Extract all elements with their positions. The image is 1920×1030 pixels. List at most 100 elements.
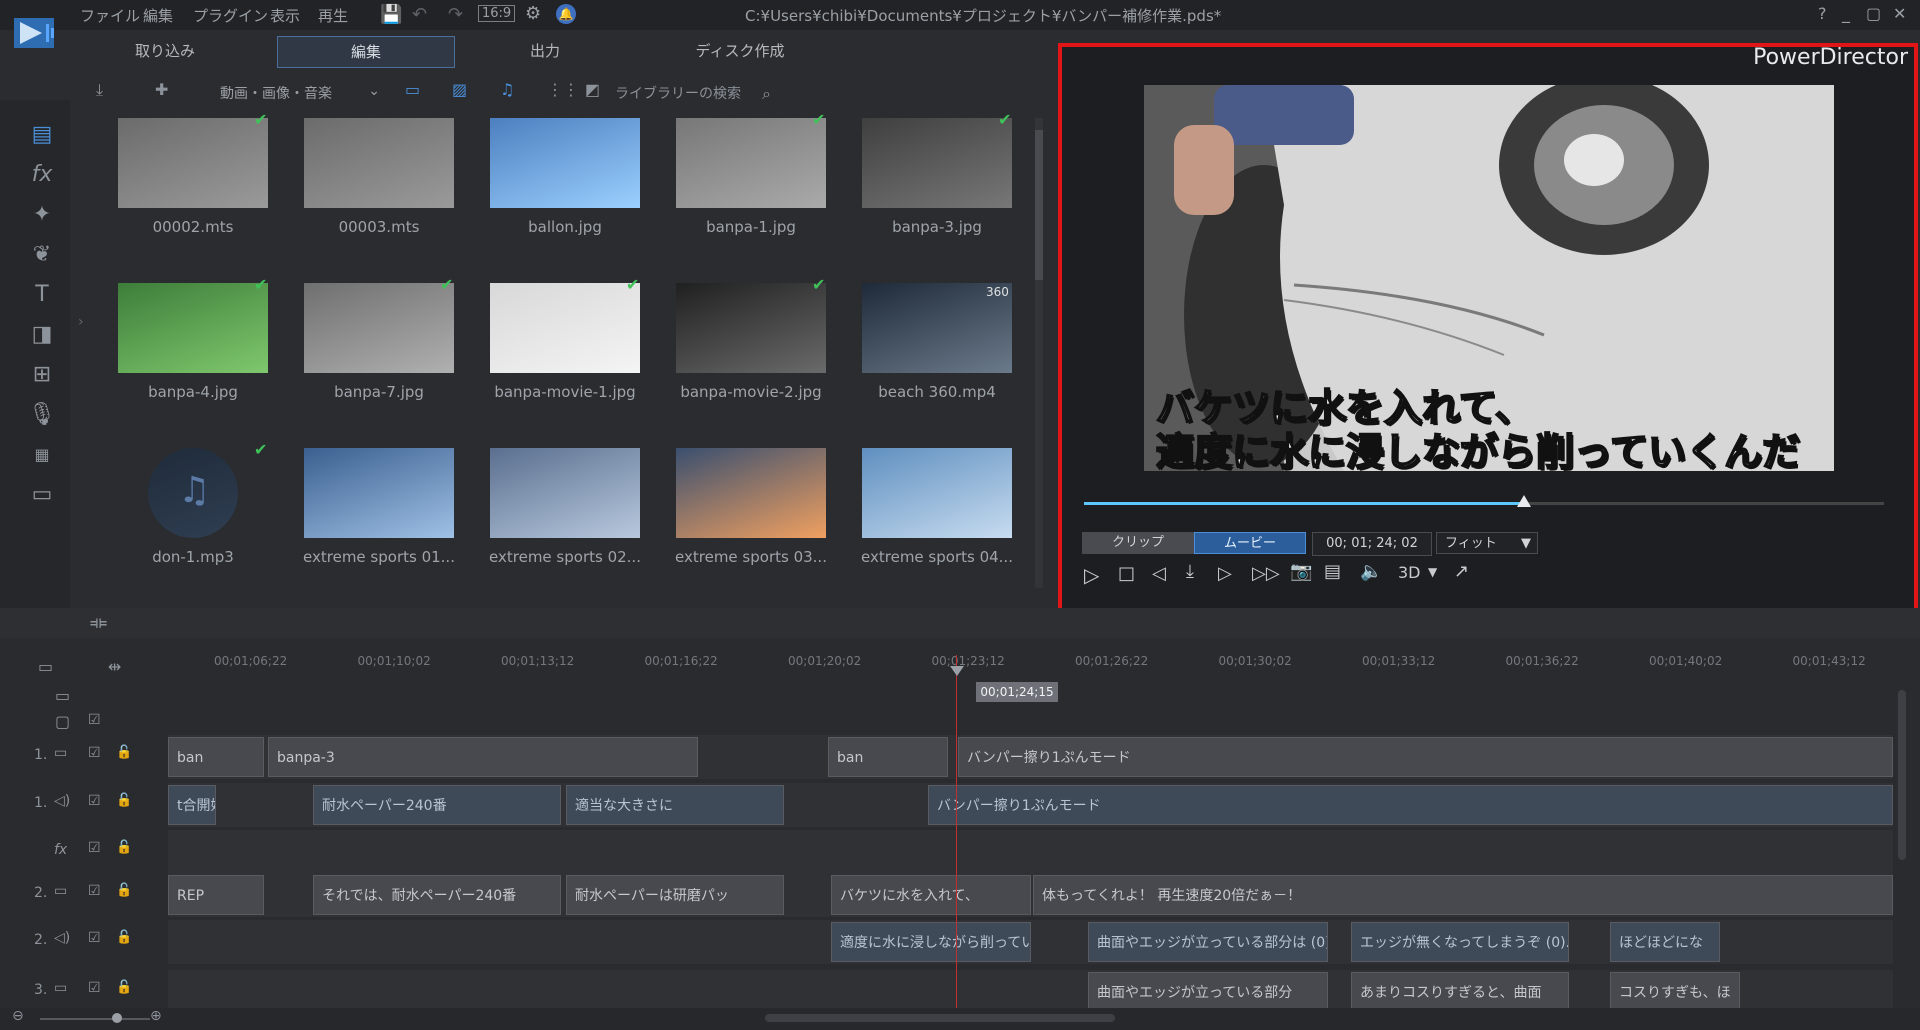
video-clip[interactable]: コスりすぎも、ほ — [1610, 972, 1740, 1012]
tab-import[interactable]: 取り込み — [70, 36, 260, 66]
track-manager-icon[interactable]: ▭ — [38, 657, 53, 676]
voiceover-mic-icon[interactable]: 🎙 — [24, 400, 60, 430]
next-frame-icon[interactable]: ▷ — [1218, 563, 1232, 584]
notification-bell-icon[interactable]: 🔔 — [556, 4, 576, 24]
tab-output[interactable]: 出力 — [470, 36, 620, 66]
tab-disc[interactable]: ディスク作成 — [640, 36, 840, 66]
play-icon[interactable]: ▷ — [1084, 563, 1099, 587]
chapter-room-icon[interactable]: ▦ — [24, 440, 60, 470]
track-lock-icon[interactable]: 🔓 — [116, 883, 132, 898]
search-icon[interactable]: ⌕ — [762, 84, 771, 104]
track-enable-checkbox[interactable]: ☑ — [88, 745, 101, 761]
menu-plugin[interactable]: プラグイン — [193, 5, 268, 26]
track-lock-icon[interactable]: 🔓 — [116, 980, 132, 995]
audio-clip[interactable]: 適当な大きさに — [566, 785, 784, 825]
track-lock-icon[interactable]: 🔓 — [116, 745, 132, 760]
audio-clip[interactable]: 耐水ペーパー240番 — [313, 785, 561, 825]
subtitle-room-icon[interactable]: ▭ — [24, 480, 60, 510]
audio-track[interactable]: 適度に水に浸しながら削っていく 曲面やエッジが立っている部分は (0).W エッジが… — [168, 920, 1893, 964]
menu-file[interactable]: ファイル — [80, 5, 140, 26]
snapshot-camera-icon[interactable]: 📷 — [1290, 561, 1312, 582]
import-media-icon[interactable]: ⤓ — [96, 80, 103, 110]
track-lock-icon[interactable]: 🔓 — [116, 793, 132, 808]
chevron-down-icon[interactable]: ▼ — [1428, 565, 1437, 579]
minimize-button[interactable]: _ — [1842, 4, 1850, 23]
previous-frame-icon[interactable]: ◁ — [1152, 563, 1166, 584]
track-lock-icon[interactable]: 🔓 — [116, 930, 132, 945]
menu-edit[interactable]: 編集 — [143, 5, 173, 26]
track-enable-checkbox[interactable]: ☑ — [88, 883, 101, 899]
media-filter-dropdown[interactable]: 動画・画像・音楽 ⌄ — [220, 83, 384, 107]
title-room-icon[interactable]: T — [24, 280, 60, 310]
media-thumbnail[interactable] — [118, 283, 268, 373]
media-thumbnail[interactable] — [676, 283, 826, 373]
audio-clip[interactable]: 適度に水に浸しながら削っていく — [831, 922, 1031, 962]
fit-timeline-icon[interactable]: ⇹ — [108, 657, 121, 676]
timeline-vertical-scrollbar[interactable] — [1898, 690, 1906, 860]
video-clip[interactable]: REP — [168, 875, 264, 915]
movie-mode-button[interactable]: ムービー — [1194, 532, 1306, 554]
media-thumbnail[interactable] — [490, 118, 640, 208]
video-clip[interactable]: 耐水ペーパーは研磨パッ — [566, 875, 784, 915]
media-thumbnail[interactable] — [304, 118, 454, 208]
video-clip[interactable]: banpa-3 — [268, 737, 698, 777]
audio-clip[interactable]: バンパー擦り1ぷんモード — [928, 785, 1893, 825]
audio-clip[interactable]: エッジが無くなってしまうぞ (0).WAV — [1351, 922, 1569, 962]
undo-icon[interactable]: ↶ — [412, 4, 427, 25]
audio-clip[interactable]: t合開始 — [168, 785, 216, 825]
timeline-ruler[interactable]: 00;01;06;22 00;01;10;02 00;01;13;12 00;01;1… — [170, 650, 1900, 672]
library-search-input[interactable]: ライブラリーの検索 — [615, 83, 785, 107]
timeline-horizontal-scrollbar[interactable] — [765, 1014, 1115, 1022]
video-clip[interactable]: 体もってくれよ！ 再生速度20倍だぁ－！ — [1033, 875, 1893, 915]
timecode-display[interactable]: 00; 01; 24; 02 — [1312, 532, 1432, 556]
transition-room-icon[interactable]: ◨ — [24, 320, 60, 350]
fit-dropdown[interactable]: フィット ▼ — [1436, 532, 1538, 554]
media-room-icon[interactable]: ▤ — [24, 120, 60, 150]
save-icon[interactable]: 💾 — [380, 4, 402, 25]
track-lock-icon[interactable]: 🔓 — [116, 840, 132, 855]
media-thumbnail[interactable]: ♫ — [148, 448, 238, 538]
video-clip[interactable]: バンパー擦り1ぷんモード — [958, 737, 1893, 777]
menu-view[interactable]: 表示 — [270, 5, 300, 26]
zoom-slider[interactable] — [40, 1018, 150, 1020]
fx-track[interactable] — [168, 830, 1893, 874]
music-filter-icon[interactable]: ♫ — [500, 80, 514, 110]
thumbnail-size-icon[interactable]: ◩ — [585, 80, 600, 110]
track-enable-checkbox[interactable]: ☑ — [88, 930, 101, 946]
plugin-puzzle-icon[interactable]: ✚ — [155, 80, 168, 110]
undock-preview-icon[interactable]: ↗ — [1454, 561, 1469, 582]
audio-mix-icon[interactable]: ⊞ — [24, 360, 60, 390]
zoom-in-icon[interactable]: ⊕ — [150, 1008, 162, 1024]
tab-edit[interactable]: 編集 — [277, 36, 455, 68]
media-thumbnail[interactable] — [676, 448, 826, 538]
video-track[interactable]: REP それでは、耐水ペーパー240番 耐水ペーパーは研磨パッ バケツに水を入れて、体… — [168, 873, 1893, 917]
fast-forward-icon[interactable]: ▷▷ — [1252, 563, 1280, 584]
video-track[interactable]: ban banpa-3 ban バンパー擦り1ぷんモード — [168, 735, 1893, 779]
video-clip[interactable]: ban — [168, 737, 264, 777]
zoom-slider-handle[interactable] — [112, 1013, 122, 1023]
settings-gear-icon[interactable]: ⚙ — [525, 3, 541, 24]
aspect-ratio-button[interactable]: 16:9 — [478, 5, 516, 22]
zoom-out-icon[interactable]: ⊖ — [12, 1008, 24, 1024]
audio-track[interactable]: t合開始 耐水ペーパー240番適当な大きさに バンパー擦り1ぷんモード — [168, 783, 1893, 827]
video-clip[interactable]: ban — [828, 737, 948, 777]
menu-play[interactable]: 再生 — [318, 5, 348, 26]
split-icon[interactable]: ⤓ — [1186, 561, 1194, 582]
particle-room-icon[interactable]: ❦ — [24, 240, 60, 270]
media-thumbnail[interactable] — [118, 118, 268, 208]
media-thumbnail[interactable] — [676, 118, 826, 208]
volume-icon[interactable]: 🔈 — [1360, 561, 1382, 582]
redo-icon[interactable]: ↷ — [448, 4, 463, 25]
restore-button[interactable]: ▢ — [1866, 4, 1881, 23]
expand-panel-icon[interactable]: › — [78, 314, 84, 330]
track-enable-checkbox[interactable]: ☑ — [88, 793, 101, 809]
playhead-line[interactable] — [956, 655, 957, 1025]
media-thumbnail[interactable] — [304, 448, 454, 538]
video-clip[interactable]: バケツに水を入れて、 — [831, 875, 1031, 915]
image-filter-icon[interactable]: ▨ — [452, 80, 467, 110]
library-scroll-thumb[interactable] — [1035, 130, 1043, 280]
video-clip[interactable]: それでは、耐水ペーパー240番 — [313, 875, 561, 915]
close-button[interactable]: ✕ — [1893, 4, 1906, 23]
help-button[interactable]: ? — [1818, 4, 1827, 23]
playhead-marker[interactable] — [950, 666, 964, 676]
